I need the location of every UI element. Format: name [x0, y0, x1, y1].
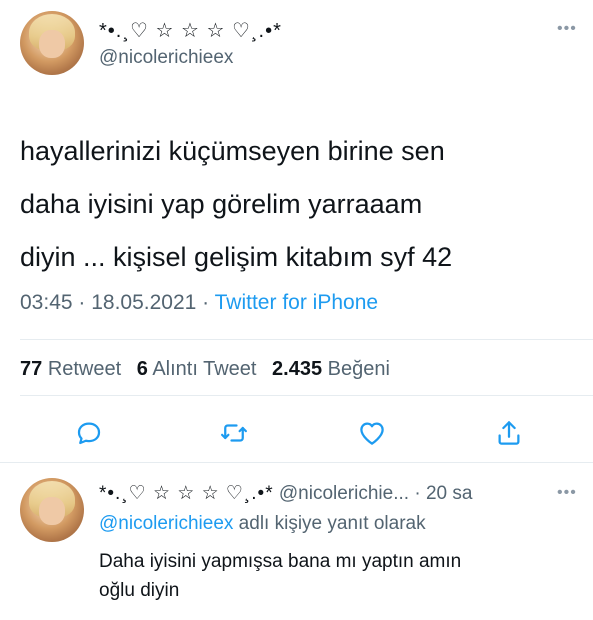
reply-author-handle[interactable]: @nicolerichie... [279, 483, 409, 504]
retweet-stat[interactable]: 77 Retweet [20, 358, 121, 380]
divider [20, 395, 593, 396]
like-icon[interactable] [357, 418, 387, 448]
like-label: Beğeni [327, 358, 390, 380]
reply-author-display-name[interactable]: *•.¸♡ ☆ ☆ ☆ ♡¸.•* [99, 483, 274, 504]
tweet-text-line: daha iyisini yap görelim yarraaam [20, 189, 423, 219]
author-handle[interactable]: @nicolerichieex [99, 47, 233, 69]
share-icon[interactable] [494, 418, 524, 448]
quote-stat[interactable]: 6 Alıntı Tweet [137, 358, 257, 380]
client-link[interactable]: Twitter for iPhone [215, 291, 378, 314]
reply-author-avatar[interactable] [20, 478, 84, 542]
reply-time[interactable]: 20 sa [426, 483, 472, 504]
tweet-time: 03:45 [20, 291, 73, 314]
tweet-date: 18.05.2021 [91, 291, 197, 314]
like-stat[interactable]: 2.435 Beğeni [272, 358, 390, 380]
tweet-text: hayallerinizi küçümseyen birine sen daha… [20, 125, 580, 284]
author-display-name[interactable]: *•.¸♡ ☆ ☆ ☆ ♡¸.•* [99, 18, 282, 43]
quote-count: 6 [136, 358, 148, 380]
meta-separator: · [72, 291, 92, 314]
reply-header: *•.¸♡ ☆ ☆ ☆ ♡¸.•* @nicolerichie... · 20 … [99, 482, 472, 505]
like-count: 2.435 [272, 358, 323, 380]
quote-label: Alıntı Tweet [152, 358, 257, 380]
meta-separator: · [196, 291, 215, 314]
reply-to-mention[interactable]: @nicolerichieex [99, 513, 233, 534]
tweet-stats: 77 Retweet 6 Alıntı Tweet 2.435 Beğeni [20, 358, 390, 381]
reply-to-suffix: adlı kişiye yanıt olarak [233, 513, 426, 534]
tweet-text-line: diyin ... kişisel gelişim kitabım syf 42 [20, 242, 453, 272]
reply-text: Daha iyisini yapmışsa bana mı yaptın amı… [99, 547, 569, 605]
ellipsis-icon[interactable]: ••• [557, 484, 577, 502]
retweet-label: Retweet [47, 358, 122, 380]
reply-icon[interactable] [74, 418, 104, 448]
retweet-icon[interactable] [219, 418, 249, 448]
ellipsis-icon[interactable]: ••• [557, 20, 577, 38]
replying-to: @nicolerichieex adlı kişiye yanıt olarak [99, 513, 426, 535]
author-avatar[interactable] [20, 11, 84, 75]
reply-text-line: Daha iyisini yapmışsa bana mı yaptın amı… [99, 551, 462, 572]
meta-separator: · [409, 483, 426, 504]
tweet-meta: 03:45 · 18.05.2021 · Twitter for iPhone [20, 291, 378, 315]
divider [20, 339, 593, 340]
reply-text-line: oğlu diyin [99, 580, 180, 601]
divider [0, 462, 593, 463]
tweet-detail-screen: *•.¸♡ ☆ ☆ ☆ ♡¸.•* @nicolerichieex ••• ha… [0, 0, 593, 620]
tweet-text-line: hayallerinizi küçümseyen birine sen [20, 136, 445, 166]
retweet-count: 77 [20, 358, 43, 380]
